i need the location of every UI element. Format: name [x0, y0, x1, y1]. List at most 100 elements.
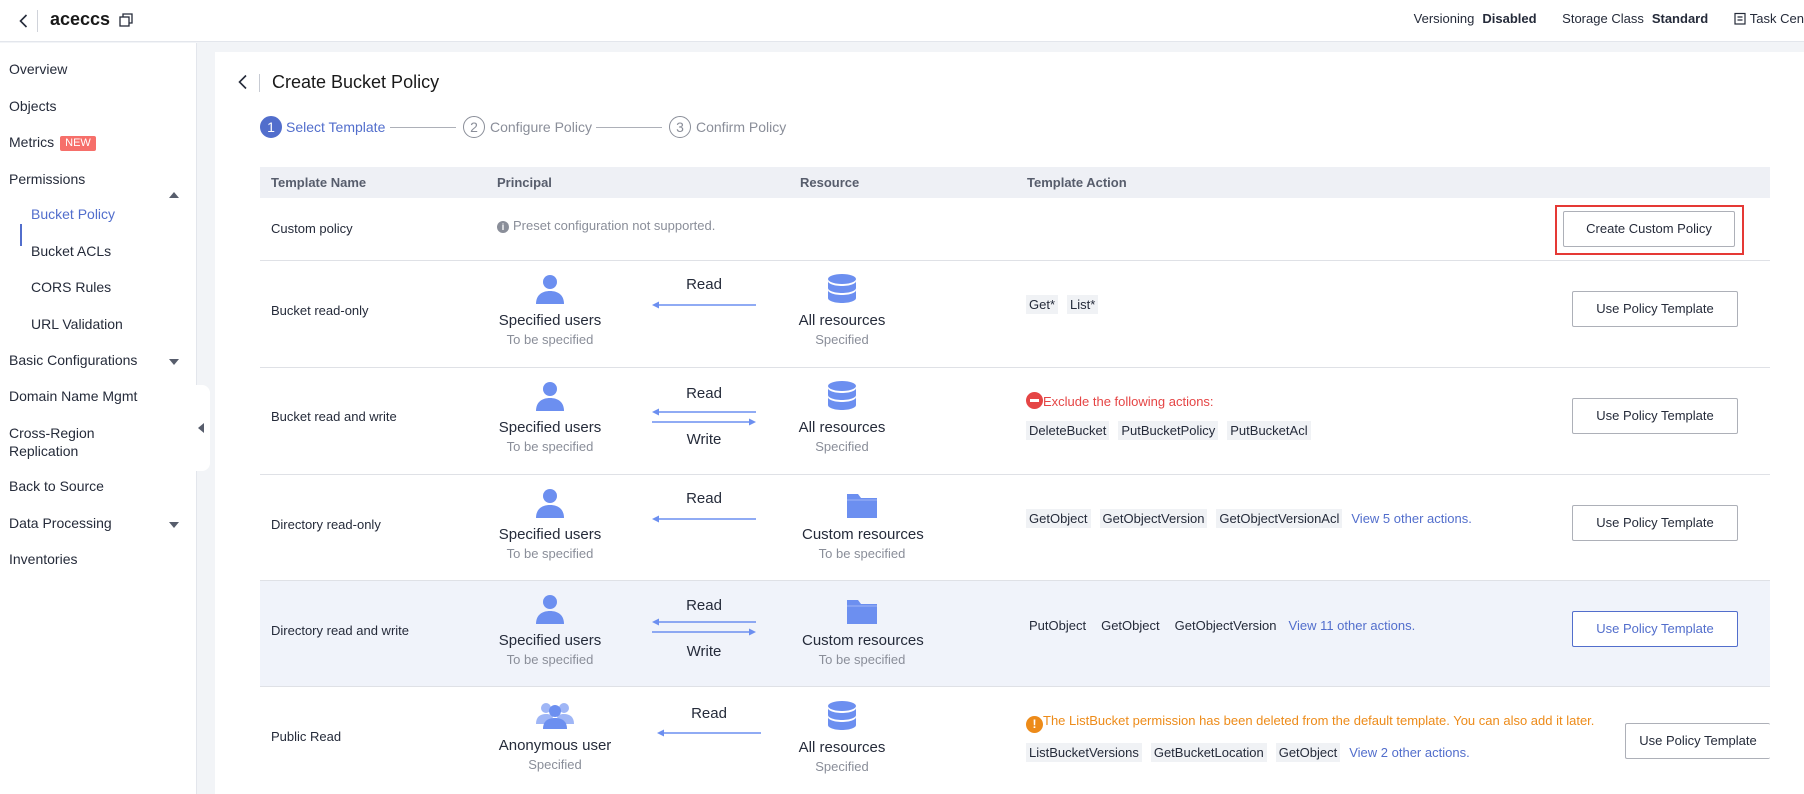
sidebar-item-inventories[interactable]: Inventories: [9, 551, 77, 567]
resource-cell: Custom resources To be specified: [802, 491, 924, 561]
step-1-label: Select Template: [286, 119, 386, 135]
sidebar-item-back-to-source[interactable]: Back to Source: [9, 478, 104, 494]
action-tag: ListBucketVersions: [1026, 743, 1142, 762]
template-name: Directory read and write: [271, 623, 409, 638]
column-header-resource: Resource: [800, 175, 860, 190]
column-header-template-action: Template Action: [1027, 175, 1127, 190]
resource-sub: To be specified: [818, 652, 906, 667]
principal-cell: Specified users To be specified: [490, 273, 610, 347]
view-other-actions-link[interactable]: View 5 other actions.: [1351, 511, 1471, 526]
sidebar-item-cross-region-replication[interactable]: Cross-Region Replication: [9, 424, 95, 460]
sidebar-item-metrics[interactable]: Metrics NEW: [9, 134, 96, 151]
database-icon: [828, 701, 856, 730]
copy-icon[interactable]: [118, 12, 134, 28]
arrow-left-icon: [652, 618, 756, 626]
database-icon: [828, 274, 856, 303]
sidebar-item-permissions[interactable]: Permissions: [9, 171, 85, 187]
warning-text: The ListBucket permission has been delet…: [1043, 713, 1595, 728]
principal-sub: Specified: [528, 757, 582, 772]
arrow-label-write: Write: [686, 643, 722, 660]
table-row: Public Read Anonymous user Specified Rea…: [260, 687, 1770, 794]
sidebar-item-domain-name-mgmt[interactable]: Domain Name Mgmt: [9, 388, 137, 404]
principal-label: Specified users: [498, 526, 602, 543]
action-tag: GetObjectVersion: [1099, 509, 1208, 528]
table-row: Directory read-only Specified users To b…: [260, 475, 1770, 581]
view-other-actions-link[interactable]: View 11 other actions.: [1289, 618, 1416, 633]
sidebar-item-url-validation[interactable]: URL Validation: [31, 316, 123, 332]
back-arrow-icon[interactable]: [14, 11, 34, 31]
sidebar-item-basic-configurations[interactable]: Basic Configurations: [9, 352, 137, 368]
sidebar-item-bucket-acls[interactable]: Bucket ACLs: [31, 243, 111, 259]
sidebar-item-bucket-policy[interactable]: Bucket Policy: [31, 206, 115, 222]
step-2-label: Configure Policy: [490, 119, 592, 135]
sidebar-item-data-processing[interactable]: Data Processing: [9, 515, 112, 531]
arrow-label-read: Read: [686, 276, 722, 293]
bucket-name: aceccs: [50, 9, 111, 29]
principal-sub: To be specified: [506, 332, 594, 347]
sidebar-item-overview[interactable]: Overview: [9, 61, 67, 77]
sidebar-item-objects[interactable]: Objects: [9, 98, 56, 114]
chevron-down-icon[interactable]: [169, 522, 179, 528]
folder-icon: [847, 600, 877, 624]
step-1-indicator: 1: [260, 116, 282, 138]
template-name: Public Read: [271, 729, 342, 744]
resource-label: All resources: [798, 312, 886, 329]
use-policy-template-button[interactable]: Use Policy Template: [1572, 291, 1738, 327]
permission-arrow: Read: [657, 705, 761, 755]
warning-text: Exclude the following actions:: [1043, 394, 1214, 409]
error-icon: [1026, 392, 1043, 409]
action-tag: GetObject: [1026, 509, 1091, 528]
template-name: Custom policy: [271, 221, 353, 236]
permission-arrow: Read Write: [652, 597, 756, 667]
use-policy-template-button[interactable]: Use Policy Template: [1572, 505, 1738, 541]
principal-cell: Specified users To be specified: [490, 487, 610, 561]
action-tag: DeleteBucket: [1026, 421, 1110, 440]
action-tag: PutBucketAcl: [1227, 421, 1311, 440]
table-row: Bucket read-only Specified users To be s…: [260, 261, 1770, 368]
resource-sub: Specified: [815, 439, 869, 454]
user-icon: [536, 382, 564, 411]
principal-label: Specified users: [498, 632, 602, 649]
resource-label: All resources: [798, 419, 886, 436]
use-policy-template-button[interactable]: Use Policy Template: [1572, 398, 1738, 434]
action-tag: PutObject: [1029, 618, 1087, 633]
listbucket-warning: ! The ListBucket permission has been dele…: [1026, 713, 1594, 733]
column-header-principal: Principal: [497, 175, 552, 190]
use-policy-template-button[interactable]: Use Policy Template: [1625, 723, 1770, 759]
preset-note: i Preset configuration not supported.: [497, 218, 715, 233]
template-name: Directory read-only: [271, 517, 381, 532]
view-other-actions-link[interactable]: View 2 other actions.: [1349, 745, 1469, 760]
title-divider: [37, 10, 38, 32]
action-tag: List*: [1067, 295, 1099, 314]
principal-cell: Specified users To be specified: [490, 380, 610, 454]
arrow-label-read: Read: [686, 385, 722, 402]
arrow-right-icon: [652, 418, 756, 426]
action-tags: PutObject GetObject GetObjectVersion View 1…: [1026, 616, 1415, 635]
exclude-warning: Exclude the following actions:: [1026, 392, 1214, 409]
arrow-left-icon: [652, 301, 756, 309]
back-arrow-icon[interactable]: [233, 72, 253, 92]
action-tags: DeleteBucket PutBucketPolicy PutBucketAcl: [1026, 421, 1320, 440]
permission-arrow: Read Write: [652, 385, 756, 455]
principal-sub: To be specified: [506, 439, 594, 454]
sidebar-collapse-handle[interactable]: [193, 385, 210, 471]
action-tag: PutBucketPolicy: [1118, 421, 1219, 440]
title-divider: [259, 74, 260, 92]
chevron-down-icon[interactable]: [169, 359, 179, 365]
resource-cell: All resources Specified: [782, 273, 902, 347]
step-connector: [390, 127, 456, 128]
resource-sub: Specified: [815, 332, 869, 347]
table-header: Template Name Principal Resource Templat…: [260, 167, 1770, 198]
use-policy-template-button[interactable]: Use Policy Template: [1572, 611, 1738, 647]
permission-arrow: Read: [652, 276, 756, 326]
arrow-label-read: Read: [691, 705, 727, 722]
sidebar-item-label: Metrics: [9, 134, 55, 150]
task-center-icon: [1734, 12, 1746, 25]
chevron-up-icon[interactable]: [169, 192, 179, 198]
sidebar-item-cors-rules[interactable]: CORS Rules: [31, 279, 111, 295]
principal-cell: Anonymous user Specified: [495, 700, 615, 772]
step-connector: [596, 127, 662, 128]
table-row: Directory read and write Specified users…: [260, 581, 1770, 687]
task-center-link[interactable]: Task Cen: [1734, 11, 1804, 26]
arrow-label-read: Read: [686, 490, 722, 507]
